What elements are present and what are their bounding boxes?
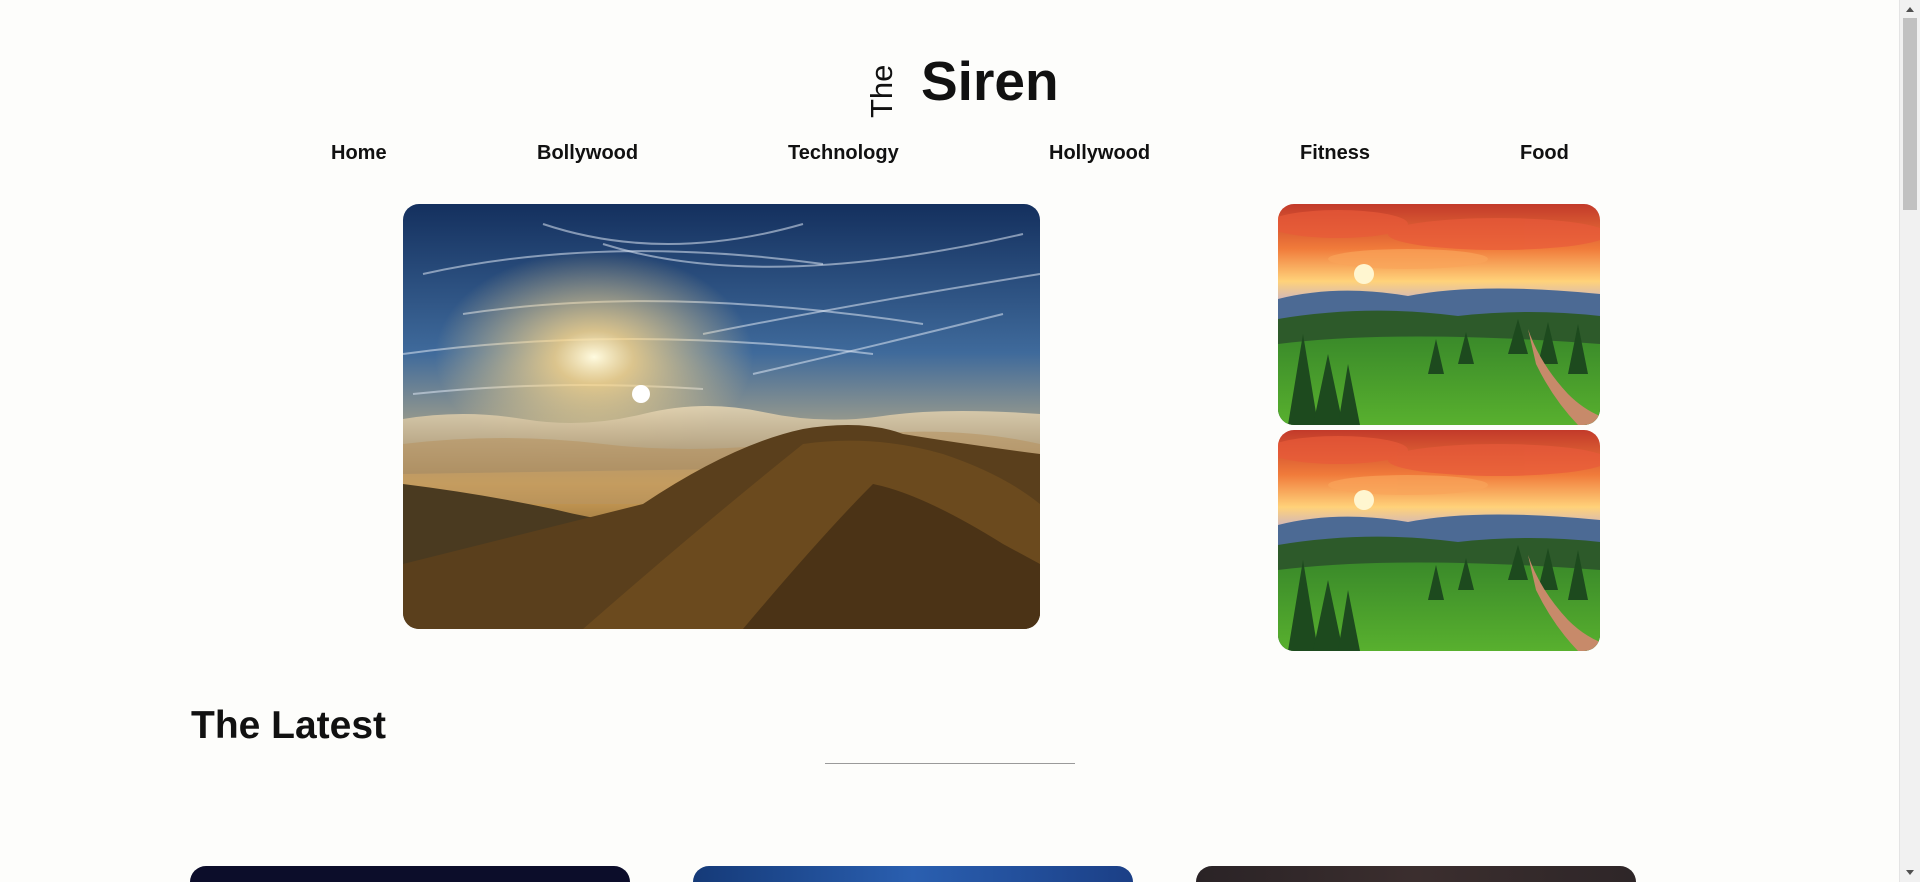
side-image-top[interactable]	[1278, 204, 1600, 425]
section-divider	[825, 763, 1075, 764]
side-image-bottom[interactable]	[1278, 430, 1600, 651]
nav-item-food[interactable]: Food	[1520, 142, 1569, 165]
nav-item-technology[interactable]: Technology	[788, 142, 899, 165]
latest-section-title: The Latest	[191, 704, 387, 747]
scroll-thumb[interactable]	[1903, 18, 1917, 210]
logo-the-text: The	[864, 64, 899, 118]
logo-siren-text: Siren	[921, 50, 1059, 112]
main-nav: Home Bollywood Technology Hollywood Fitn…	[0, 142, 1920, 168]
scroll-up-icon[interactable]	[1906, 7, 1914, 12]
nav-item-home[interactable]: Home	[331, 142, 387, 165]
scroll-down-icon[interactable]	[1906, 870, 1914, 875]
page: The Siren Home Bollywood Technology Holl…	[0, 0, 1920, 882]
hero-main-image[interactable]	[403, 204, 1040, 629]
latest-card-3[interactable]	[1196, 866, 1636, 882]
nav-item-bollywood[interactable]: Bollywood	[537, 142, 638, 165]
latest-card-2[interactable]	[693, 866, 1133, 882]
nav-item-fitness[interactable]: Fitness	[1300, 142, 1370, 165]
page-scrollbar[interactable]	[1899, 0, 1920, 882]
latest-card-1[interactable]	[190, 866, 630, 882]
nav-item-hollywood[interactable]: Hollywood	[1049, 142, 1150, 165]
